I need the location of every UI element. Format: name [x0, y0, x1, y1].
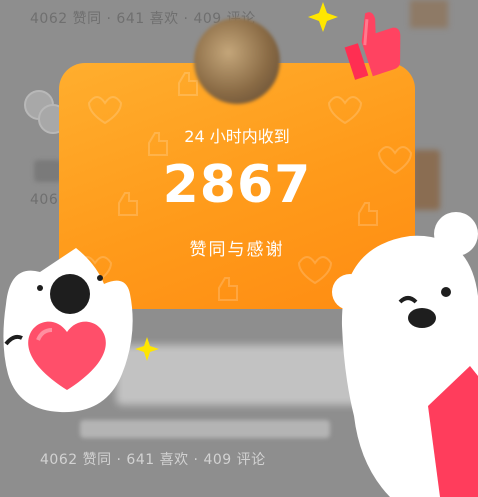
blurred-image	[410, 0, 448, 28]
feed-blurred-text	[34, 160, 62, 182]
thumbs-up-icon	[344, 12, 401, 80]
feed-stats-bottom: 4062 赞同 · 641 喜欢 · 409 评论	[40, 452, 266, 468]
feed-stats-mid: 406	[30, 192, 59, 208]
blurred-image	[412, 150, 440, 210]
heart-icon	[28, 321, 106, 390]
user-avatar	[194, 18, 280, 104]
popup-caption: 24 小时内收到	[184, 127, 290, 146]
mascot-bear	[332, 212, 478, 497]
